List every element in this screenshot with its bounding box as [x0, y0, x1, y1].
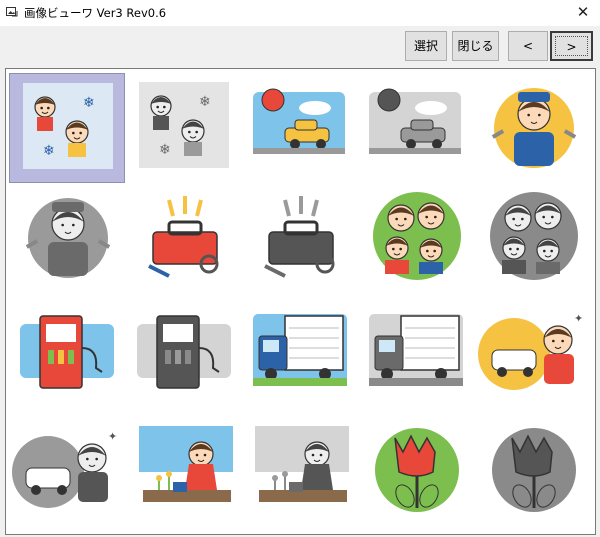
close-window-icon[interactable]: ✕: [574, 2, 592, 22]
select-button[interactable]: 選択: [405, 31, 447, 61]
thumbnail-image: [25, 198, 111, 278]
thumbnail-image: [148, 196, 219, 278]
window-title: 画像ビューワ Ver3 Rev0.6: [24, 6, 167, 20]
thumb-truck-gray[interactable]: [358, 295, 474, 405]
thumb-mechanic-gray[interactable]: [9, 183, 125, 293]
thumbnail-image: [492, 428, 576, 512]
thumbnail-image: ✦: [12, 430, 117, 508]
thumb-car-sun[interactable]: [242, 73, 358, 183]
svg-text:✦: ✦: [108, 430, 117, 443]
thumb-boy-car-gray[interactable]: ✦: [9, 413, 125, 523]
thumb-mechanic[interactable]: [475, 73, 591, 183]
thumbnail-image: [137, 315, 231, 389]
prev-page-button[interactable]: <: [508, 31, 548, 61]
thumbnail-image: [253, 314, 347, 386]
thumb-girl-watering[interactable]: [126, 413, 242, 523]
title-bar: 画像ビューワ Ver3 Rev0.6 ✕: [0, 0, 600, 26]
svg-text:❄: ❄: [159, 142, 171, 158]
svg-text:❄: ❄: [43, 143, 55, 159]
close-button[interactable]: 閉じる: [452, 31, 499, 61]
thumb-kids-snow-gray[interactable]: ❄ ❄: [126, 73, 242, 183]
thumbnail-image: [264, 196, 335, 278]
thumbnail-image: [20, 315, 114, 389]
thumbnail-image: [490, 192, 578, 280]
thumbnail-image: ❄❄: [139, 82, 229, 168]
thumbnail-image: [369, 88, 461, 154]
thumb-family-gray[interactable]: [475, 183, 591, 293]
thumb-toolbox[interactable]: [126, 183, 242, 293]
svg-text:✦: ✦: [574, 312, 583, 325]
thumbnail-image: [373, 192, 461, 280]
prev-page-label: <: [522, 39, 534, 53]
thumb-fuel-pump-gray[interactable]: [126, 295, 242, 405]
thumbnail-image: [253, 88, 345, 154]
thumbnail-image: [491, 88, 577, 168]
svg-text:❄: ❄: [83, 95, 95, 111]
thumbnail-image: ✦: [478, 312, 583, 390]
thumbnail-image: [375, 428, 459, 512]
thumb-tulip-gray[interactable]: [475, 413, 591, 523]
thumbnail-image: [139, 426, 233, 502]
thumb-boy-car[interactable]: ✦: [475, 295, 591, 405]
thumb-family[interactable]: [358, 183, 474, 293]
thumbnail-image: ❄❄: [23, 83, 113, 169]
thumbnail-grid: ❄ ❄ ❄ ❄ ✦ ✦: [5, 68, 596, 535]
thumbnail-image: [255, 426, 349, 502]
toolbar: 選択 閉じる < >: [0, 26, 600, 66]
thumb-truck[interactable]: [242, 295, 358, 405]
svg-text:❄: ❄: [199, 94, 211, 110]
thumbnail-image: [369, 314, 463, 386]
next-page-button[interactable]: >: [550, 31, 593, 61]
thumb-car-sun-gray[interactable]: [358, 73, 474, 183]
thumb-fuel-pump[interactable]: [9, 295, 125, 405]
thumb-girl-watering-gray[interactable]: [242, 413, 358, 523]
thumb-kids-snow[interactable]: ❄ ❄: [9, 73, 125, 183]
thumb-toolbox-gray[interactable]: [242, 183, 358, 293]
focus-rectangle: [555, 36, 588, 56]
app-icon: [6, 7, 18, 17]
thumb-tulip[interactable]: [358, 413, 474, 523]
